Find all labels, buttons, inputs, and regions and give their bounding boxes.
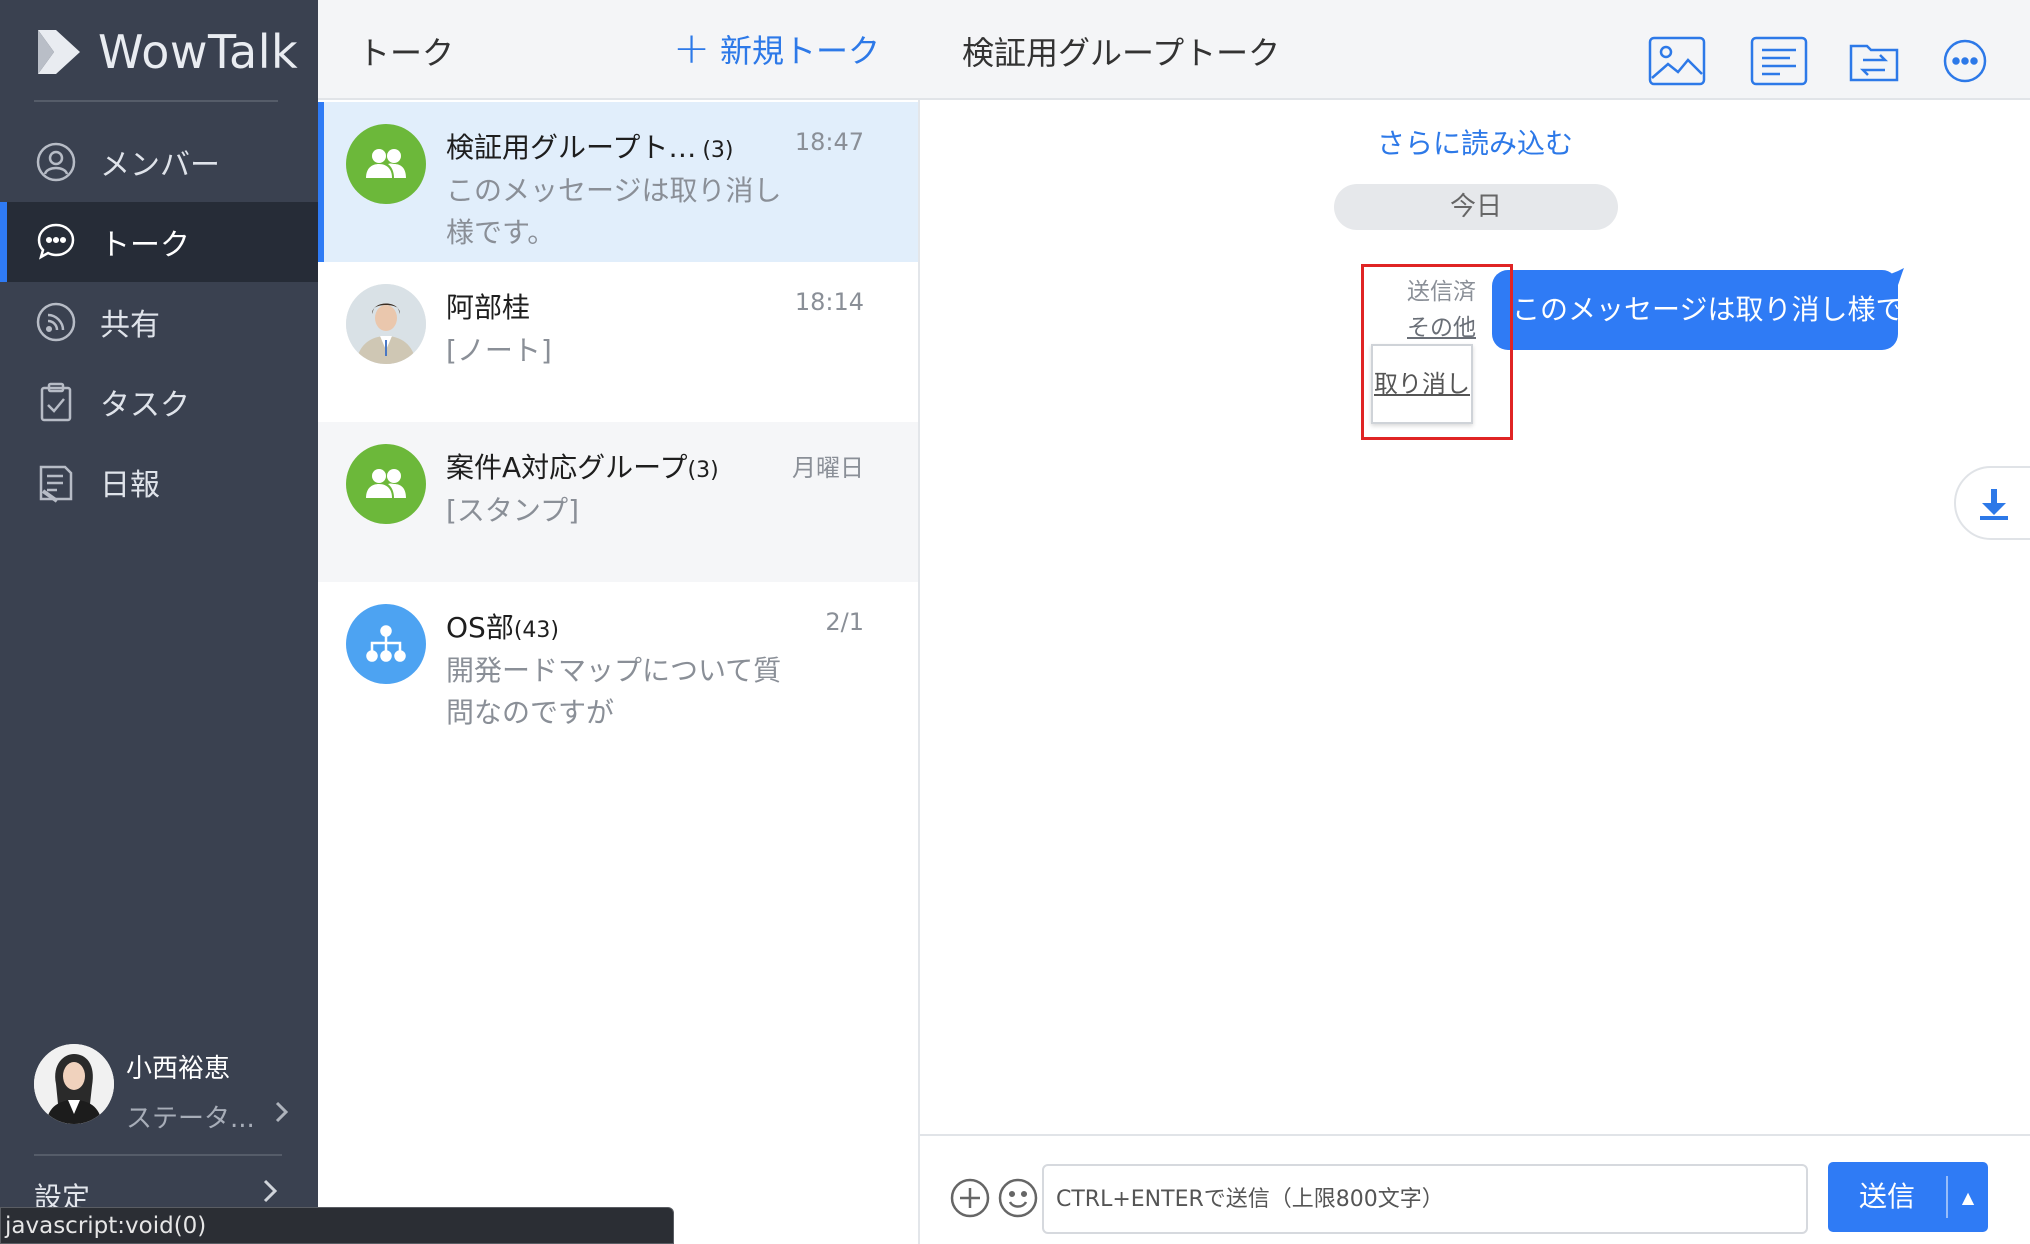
add-circle-icon[interactable] (948, 1176, 992, 1220)
caret-up-icon[interactable]: ▲ (1948, 1162, 1988, 1232)
talk-list-title: トーク (358, 34, 455, 72)
sidebar-item-label: 共有 (100, 308, 160, 343)
sidebar-item-label: メンバー (100, 148, 220, 183)
talk-name: OS部(43) (446, 606, 559, 646)
send-label: 送信 (1858, 1180, 1915, 1213)
talk-name: 検証用グループト… (3) (446, 126, 734, 166)
talk-row[interactable]: 検証用グループト… (3) 18:47 このメッセージは取り消し様です。 (318, 102, 918, 262)
talk-preview: 開発ードマップについて質問なのですが (446, 654, 782, 729)
share-icon (34, 300, 78, 344)
message-input[interactable] (1042, 1164, 1808, 1234)
sidebar-item-share[interactable]: 共有 (0, 282, 318, 362)
clipboard-check-icon (34, 380, 78, 424)
chat-header: 検証用グループトーク (920, 0, 2030, 100)
user-avatar (34, 1044, 114, 1124)
divider (34, 1154, 282, 1156)
talk-preview: [ノート] (446, 334, 552, 367)
talk-preview: [スタンプ] (446, 494, 580, 527)
talk-list-panel: トーク + 新規トーク 検証用グループト… (3) 18:47 このメッセージは取… (318, 0, 920, 1244)
talk-name-text: 検証用グループト… (446, 131, 697, 164)
talk-row[interactable]: OS部(43) 2/1 開発ードマップについて質問なのですが (318, 582, 918, 742)
talk-time: 18:47 (794, 128, 864, 156)
scroll-to-bottom-button[interactable] (1954, 466, 2030, 540)
plus-icon: + (673, 23, 710, 74)
chat-panel: 検証用グループトーク さらに読み込む 今日 送信済 その他 このメッセージは取り… (920, 0, 2030, 1244)
sidebar-item-label: タスク (100, 388, 190, 423)
report-icon (34, 460, 78, 504)
talk-preview: このメッセージは取り消し様です。 (446, 174, 782, 249)
composer: 送信 ▲ (920, 1134, 2030, 1244)
message-meta: 送信済 その他 (1392, 274, 1476, 346)
member-icon (34, 140, 78, 184)
message-status: 送信済 (1407, 279, 1476, 305)
chevron-right-icon (275, 1101, 289, 1123)
talk-row[interactable]: 阿部桂 18:14 [ノート] (318, 262, 918, 422)
org-chart-icon (346, 604, 426, 684)
chat-bubble-icon (34, 220, 78, 264)
chat-title: 検証用グループトーク (962, 34, 1281, 72)
talk-name-text: 案件A対応グループ (446, 451, 688, 484)
image-icon[interactable] (1648, 34, 1706, 88)
new-talk-button[interactable]: + 新規トーク (673, 26, 880, 72)
sidebar-item-member[interactable]: メンバー (0, 122, 318, 202)
brand[interactable]: WowTalk (34, 24, 298, 80)
sidebar-item-label: 日報 (100, 468, 160, 503)
member-count: (3) (687, 458, 719, 483)
new-talk-label: 新規トーク (719, 32, 880, 70)
chevron-right-icon[interactable] (262, 1178, 280, 1204)
talk-time: 18:14 (794, 288, 864, 316)
wowtalk-logo-icon (38, 30, 80, 74)
download-arrow-icon (1980, 489, 2008, 520)
file-transfer-icon[interactable] (1848, 34, 1900, 88)
emoji-icon[interactable] (996, 1176, 1040, 1220)
avatar (346, 284, 426, 364)
member-count: (3) (702, 138, 734, 163)
group-icon (346, 124, 426, 204)
group-icon (346, 444, 426, 524)
user-name: 小西裕恵 (126, 1054, 231, 1084)
talk-name: 阿部桂 (446, 291, 531, 324)
member-count: (43) (513, 618, 559, 643)
load-more-link[interactable]: さらに読み込む (920, 122, 2030, 162)
divider (34, 100, 278, 102)
talk-list-header: トーク + 新規トーク (318, 0, 920, 100)
date-separator: 今日 (1334, 184, 1618, 230)
sidebar-item-task[interactable]: タスク (0, 362, 318, 442)
notes-icon[interactable] (1750, 34, 1808, 88)
sidebar-item-report[interactable]: 日報 (0, 442, 318, 522)
talk-time: 月曜日 (792, 454, 864, 482)
browser-status-bar: javascript:void(0) (0, 1207, 674, 1244)
sidebar-item-talk[interactable]: トーク (0, 202, 318, 282)
talk-name: 案件A対応グループ(3) (446, 446, 719, 486)
send-button[interactable]: 送信 ▲ (1828, 1162, 1988, 1232)
more-icon[interactable] (1940, 34, 1990, 88)
talk-time: 2/1 (825, 608, 864, 636)
talk-row[interactable]: 案件A対応グループ(3) 月曜日 [スタンプ] (318, 422, 918, 582)
message-bubble[interactable]: このメッセージは取り消し様です。 (1492, 270, 1957, 350)
sidebar: WowTalk メンバー トーク 共有 タスク 日報 小西裕恵 ステータ... … (0, 0, 318, 1244)
message-other-link[interactable]: その他 (1392, 310, 1476, 346)
current-user[interactable]: 小西裕恵 ステータ... (34, 1044, 294, 1134)
talk-name-text: OS部 (446, 611, 514, 644)
sidebar-item-label: トーク (100, 228, 190, 263)
user-status: ステータ... (126, 1104, 255, 1134)
recall-menu-item[interactable]: 取り消し (1371, 344, 1473, 424)
brand-name: WowTalk (98, 25, 299, 79)
sidebar-nav: メンバー トーク 共有 タスク 日報 (0, 122, 318, 522)
